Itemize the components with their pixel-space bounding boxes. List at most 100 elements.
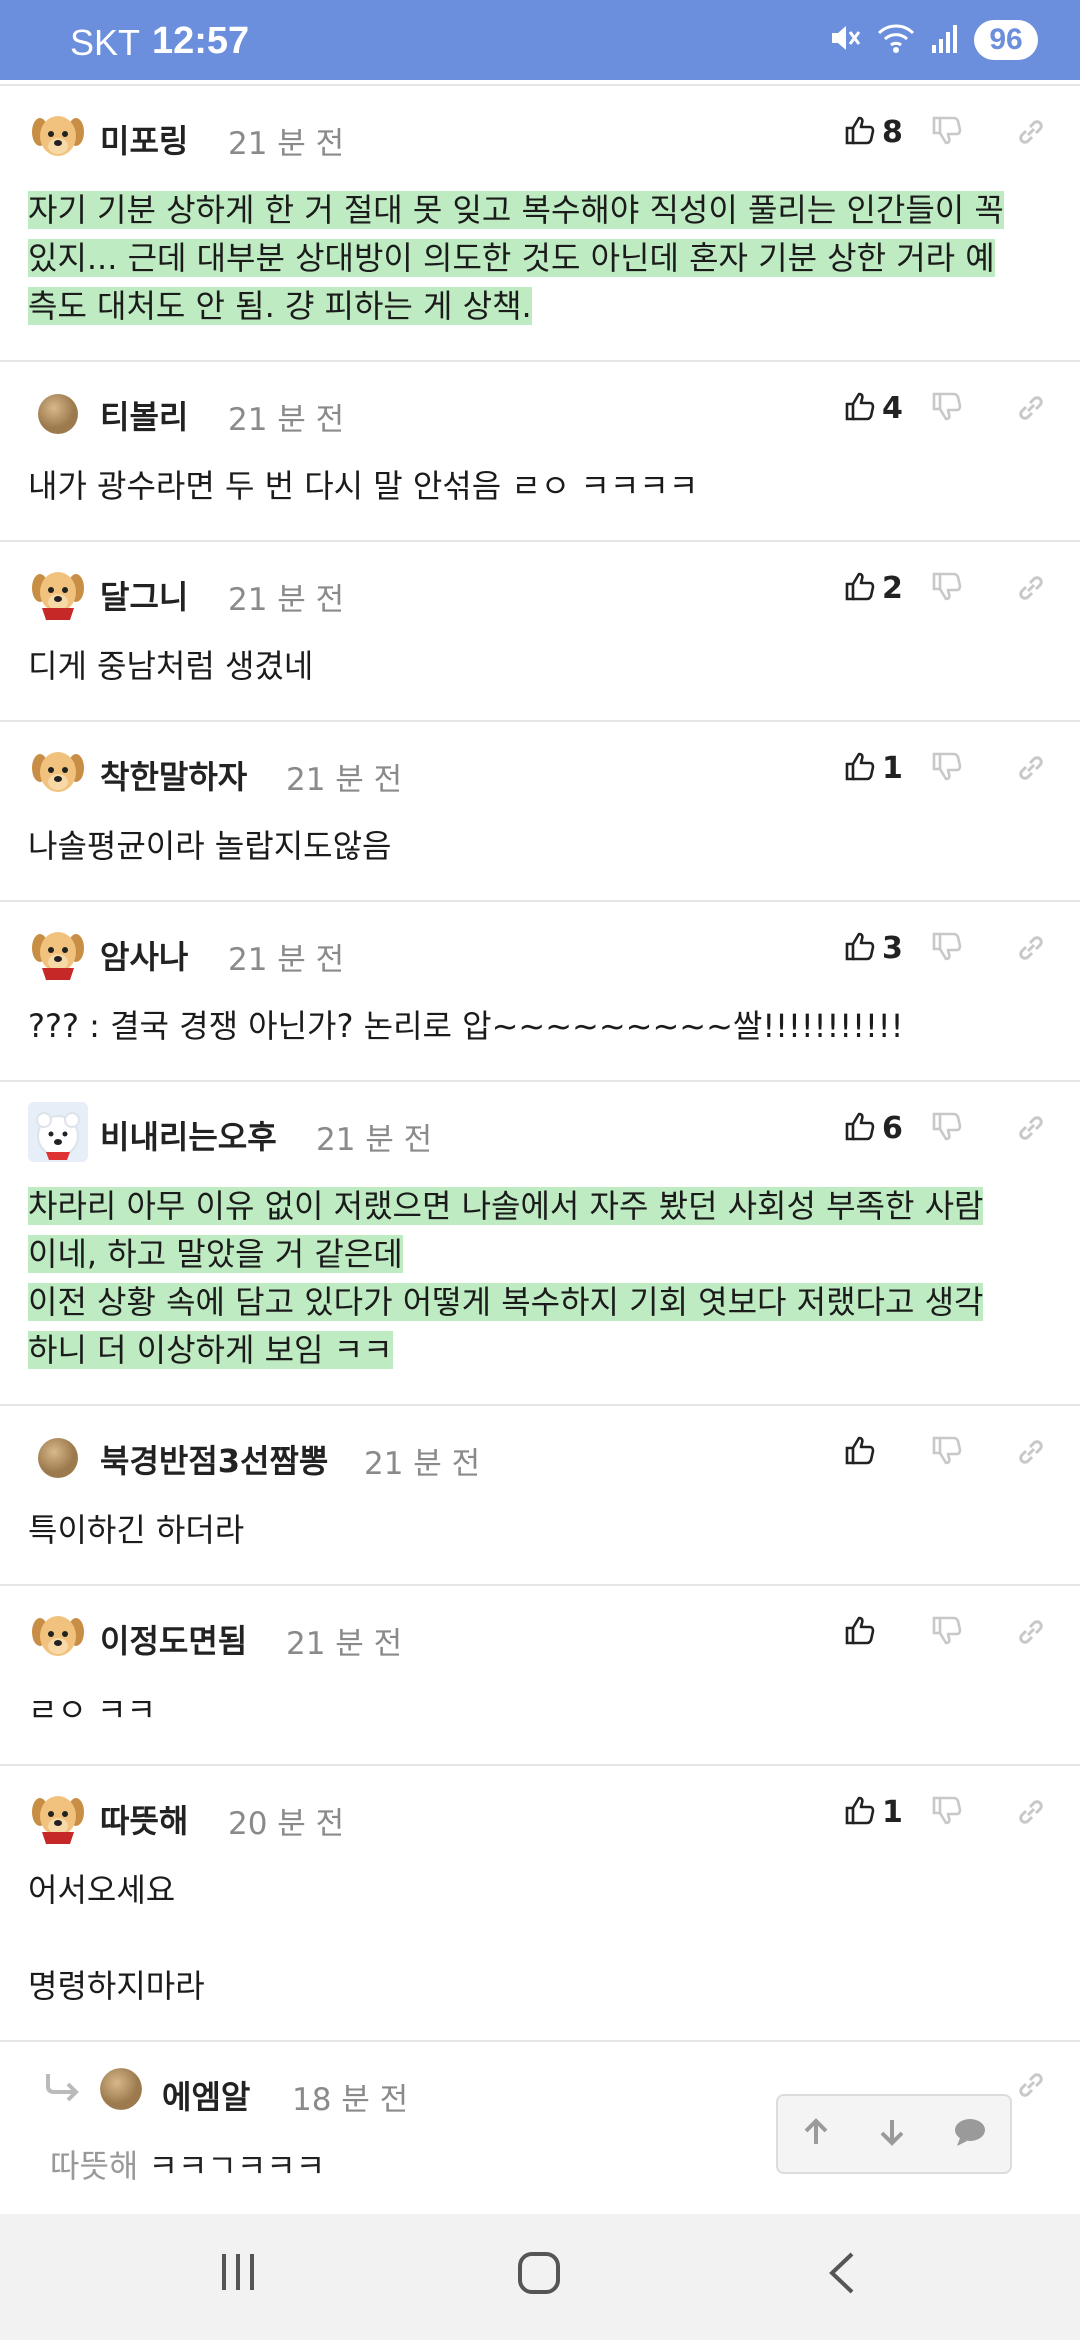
like-button[interactable]: 1 [844,1794,914,1830]
commenter-name[interactable]: 북경반점3선짬뽕 [100,1436,328,1482]
like-count: 1 [882,1794,903,1830]
comment-list: 미포링 21 분 전 8 자기 기분 상하게 한 거 절대 못 잊고 복수해야 직성이… [0,84,1080,2220]
link-icon[interactable] [980,1797,1046,1827]
system-nav-bar [0,2214,1080,2340]
dislike-button[interactable] [914,750,980,786]
comment-bubble-button[interactable] [952,2116,988,2152]
puppy-avatar[interactable] [28,742,88,802]
puppy-red-avatar[interactable] [28,1786,88,1846]
comment-text: ㄹㅇ ㅋㅋ [28,1691,156,1729]
commenter-name[interactable]: 착한말하자 [100,752,247,798]
comment-time: 21 분 전 [228,402,345,438]
puppy-red-avatar[interactable] [28,922,88,982]
like-button[interactable]: 6 [844,1110,914,1146]
puppy-avatar[interactable] [28,106,88,166]
comment-text: 이네, 하고 말았을 거 같은데 [28,1235,403,1273]
dislike-button[interactable] [914,570,980,606]
polar-bear-avatar[interactable] [28,1102,88,1162]
link-icon[interactable] [980,1437,1046,1467]
like-count: 1 [882,750,903,786]
dislike-button[interactable] [914,1110,980,1146]
back-button[interactable] [822,2250,862,2300]
dislike-button[interactable] [914,114,980,150]
dislike-button[interactable] [914,930,980,966]
commenter-name[interactable]: 따뜻해 [100,1796,188,1842]
comment-body: ??? : 결국 경쟁 아닌가? 논리로 압~~~~~~~~~쌀!!!!!!!!… [0,992,1080,1080]
brown-circle-avatar[interactable] [98,2066,144,2112]
link-icon[interactable] [980,117,1046,147]
brown-circle-avatar[interactable] [36,392,80,436]
puppy-avatar[interactable] [28,1606,88,1666]
thumbs-up-icon [844,114,876,150]
link-icon[interactable] [980,1617,1046,1647]
thumbs-up-icon [844,930,876,966]
comment-line: 어서오세요 [28,1866,1052,1914]
like-button[interactable]: 4 [844,390,914,426]
link-icon[interactable] [980,753,1046,783]
battery-level: 96 [974,20,1038,60]
comment-item: 미포링 21 분 전 8 자기 기분 상하게 한 거 절대 못 잊고 복수해야 직성이… [0,86,1080,362]
comment-time: 21 분 전 [364,1446,481,1482]
comment-text: 나솔평균이라 놀랍지도않음 [28,827,392,865]
commenter-name[interactable]: 미포링 [100,116,188,162]
reply-mention[interactable]: 따뜻해 [50,2147,138,2185]
comment-text: 명령하지마라 [28,1967,205,2005]
commenter-name[interactable]: 달그니 [100,572,188,618]
mute-icon [828,21,862,59]
scroll-down-button[interactable] [876,2116,908,2152]
commenter-name[interactable]: 이정도면됨 [100,1616,247,1662]
comment-actions [844,1614,1046,1650]
carrier-label: SKT [70,22,141,63]
reply-arrow-icon [44,2072,80,2106]
dislike-button[interactable] [914,1794,980,1830]
comment-time: 21 분 전 [286,1626,403,1662]
comment-actions: 6 [844,1110,1046,1146]
link-icon[interactable] [980,1113,1046,1143]
thumbs-down-icon [931,1434,963,1470]
comment-time: 21 분 전 [286,762,403,798]
commenter-name[interactable]: 암사나 [100,932,188,978]
commenter-name[interactable]: 비내리는오후 [100,1112,277,1158]
like-button[interactable]: 3 [844,930,914,966]
commenter-name[interactable]: 티볼리 [100,392,188,438]
like-button[interactable]: 8 [844,114,914,150]
floating-nav [776,2094,1012,2174]
thumbs-down-icon [931,1614,963,1650]
like-button[interactable] [844,1434,914,1470]
home-button[interactable] [516,2250,562,2300]
link-icon[interactable] [980,933,1046,963]
commenter-name[interactable]: 에엠알 [162,2072,250,2118]
scroll-up-button[interactable] [800,2116,832,2152]
like-button[interactable] [844,1614,914,1650]
signal-icon [930,21,960,59]
comment-body: 차라리 아무 이유 없이 저랬으면 나솔에서 자주 봤던 사회성 부족한 사람 이… [0,1172,1080,1404]
like-button[interactable]: 2 [844,570,914,606]
comment-line: 하니 더 이상하게 보임 ㅋㅋ [28,1326,1052,1374]
comment-text: 하니 더 이상하게 보임 ㅋㅋ [28,1331,393,1369]
like-count: 2 [882,570,903,606]
like-count: 3 [882,930,903,966]
brown-circle-avatar[interactable] [36,1436,80,1480]
dislike-button[interactable] [914,1434,980,1470]
thumbs-down-icon [931,1110,963,1146]
comment-text: 이전 상황 속에 담고 있다가 어떻게 복수하지 기회 엿보다 저랬다고 생각 [28,1283,984,1321]
link-icon[interactable] [980,393,1046,423]
comment-text: 측도 대처도 안 됨. 걍 피하는 게 상책. [28,287,532,325]
dislike-button[interactable] [914,1614,980,1650]
comment-actions: 1 [844,750,1046,786]
thumbs-down-icon [931,114,963,150]
comment-item: 티볼리 21 분 전 4 내가 광수라면 두 번 다시 말 안섞음 ㄹㅇ ㅋㅋㅋㅋ [0,362,1080,542]
comment-actions: 3 [844,930,1046,966]
status-bar: SKT 12:57 96 [0,0,1080,80]
like-count: 8 [882,114,903,150]
comment-time: 21 분 전 [228,942,345,978]
link-icon[interactable] [980,573,1046,603]
puppy-red-avatar[interactable] [28,562,88,622]
recent-apps-button[interactable] [216,2250,260,2298]
comment-line: 내가 광수라면 두 번 다시 말 안섞음 ㄹㅇ ㅋㅋㅋㅋ [28,462,1052,510]
like-button[interactable]: 1 [844,750,914,786]
comment-body: 내가 광수라면 두 번 다시 말 안섞음 ㄹㅇ ㅋㅋㅋㅋ [0,452,1080,540]
dislike-button[interactable] [914,390,980,426]
comment-line: 디게 중남처럼 생겼네 [28,642,1052,690]
